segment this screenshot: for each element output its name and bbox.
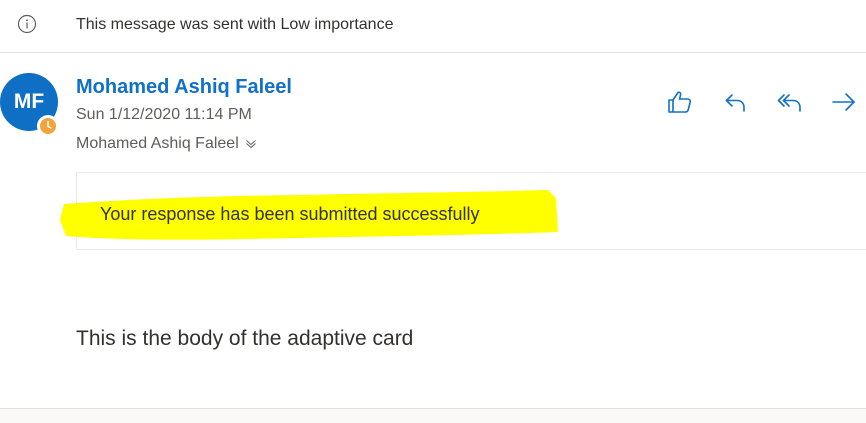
reply-all-icon bbox=[777, 94, 801, 112]
sender-name[interactable]: Mohamed Ashiq Faleel bbox=[76, 74, 292, 100]
response-text: Your response has been submitted success… bbox=[100, 204, 480, 224]
info-icon bbox=[17, 14, 37, 34]
forward-button[interactable] bbox=[830, 88, 858, 116]
importance-banner: This message was sent with Low importanc… bbox=[0, 0, 866, 53]
recipient-name: Mohamed Ashiq Faleel bbox=[76, 135, 239, 152]
importance-text: This message was sent with Low importanc… bbox=[76, 16, 394, 33]
forward-icon bbox=[832, 93, 855, 111]
reply-icon bbox=[725, 94, 745, 112]
reading-pane: This message was sent with Low importanc… bbox=[0, 0, 866, 423]
chevron-down-icon[interactable] bbox=[245, 138, 257, 150]
recipient-line[interactable]: Mohamed Ashiq Faleel bbox=[76, 134, 257, 154]
sent-date: Sun 1/12/2020 11:14 PM bbox=[76, 106, 252, 123]
footer-divider bbox=[0, 408, 866, 423]
reply-button[interactable] bbox=[722, 88, 750, 116]
thumbs-up-icon bbox=[668, 91, 692, 113]
clock-icon bbox=[40, 118, 56, 134]
reply-all-button[interactable] bbox=[776, 88, 804, 116]
like-button[interactable] bbox=[666, 88, 694, 116]
card-body-text: This is the body of the adaptive card bbox=[76, 327, 414, 350]
presence-badge bbox=[37, 115, 59, 137]
